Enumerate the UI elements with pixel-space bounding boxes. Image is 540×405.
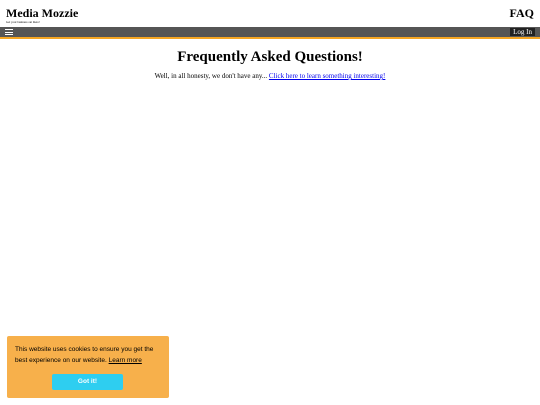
- got-it-button[interactable]: Got it!: [52, 374, 123, 390]
- cookie-message: This website uses cookies to ensure you …: [15, 344, 165, 366]
- site-header: Media Mozzie Get your business out there…: [0, 0, 540, 27]
- page-title: Frequently Asked Questions!: [177, 49, 363, 65]
- intro-paragraph: Well, in all honesty, we don't have any.…: [0, 72, 540, 81]
- page-label: FAQ: [509, 6, 534, 20]
- learn-more-link[interactable]: Learn more: [109, 357, 142, 364]
- cookie-consent-banner: This website uses cookies to ensure you …: [7, 336, 169, 398]
- hamburger-menu-icon[interactable]: [5, 28, 13, 36]
- login-button[interactable]: Log In: [510, 28, 535, 36]
- intro-text: Well, in all honesty, we don't have any.…: [154, 72, 269, 80]
- site-title[interactable]: Media Mozzie: [6, 6, 78, 20]
- learn-something-link[interactable]: Click here to learn something interestin…: [269, 72, 385, 80]
- nav-bar: Log In: [0, 27, 540, 39]
- site-tagline: Get your business out there!: [6, 20, 40, 24]
